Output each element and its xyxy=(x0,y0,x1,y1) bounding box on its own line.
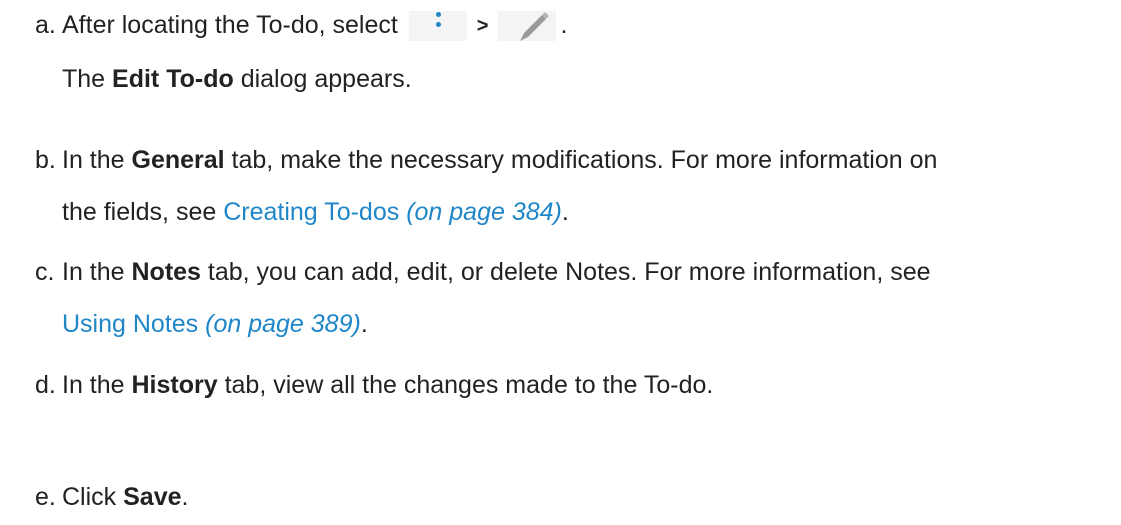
step-e-line1: Click Save. xyxy=(62,482,188,512)
step-d-line1: In the History tab, view all the changes… xyxy=(62,370,713,400)
step-text: tab, view all the changes made to the To… xyxy=(217,371,714,399)
kebab-menu-icon xyxy=(408,11,467,42)
step-b-line1: In the General tab, make the necessary m… xyxy=(62,145,937,175)
step-text: the fields, see xyxy=(62,198,224,226)
tab-name-history: History xyxy=(131,371,218,399)
page-reference[interactable]: (on page 389) xyxy=(205,310,361,338)
step-text: tab, you can add, edit, or delete Notes.… xyxy=(200,258,931,286)
step-text: . xyxy=(360,310,368,338)
step-text-end: . xyxy=(560,11,568,39)
step-text: In the xyxy=(62,258,132,286)
step-c: c. In the Notes tab, you can add, edit, … xyxy=(0,257,1121,357)
step-a-line2: The Edit To-do dialog appears. xyxy=(62,64,412,94)
procedure-steps: a. After locating the To-do, select > . … xyxy=(0,0,1121,525)
step-c-line1: In the Notes tab, you can add, edit, or … xyxy=(62,257,931,287)
step-text: . xyxy=(561,198,569,226)
dialog-name: Edit To-do xyxy=(112,65,234,93)
step-c-line2: Using Notes (on page 389). xyxy=(62,309,368,339)
step-a-line1: After locating the To-do, select > . xyxy=(62,10,568,42)
step-e: e. Click Save. xyxy=(0,482,1121,522)
tab-name-general: General xyxy=(131,146,225,174)
step-text: In the xyxy=(62,146,132,174)
step-text: Click xyxy=(62,483,124,511)
step-text: tab, make the necessary modifications. F… xyxy=(224,146,938,174)
step-text: dialog appears. xyxy=(233,65,412,93)
step-marker: b. xyxy=(35,146,56,174)
menu-path-separator: > xyxy=(476,15,489,38)
step-a: a. After locating the To-do, select > . … xyxy=(0,0,1121,120)
step-marker: e. xyxy=(35,483,56,511)
step-text: . xyxy=(181,483,189,511)
page-reference[interactable]: (on page 384) xyxy=(406,198,562,226)
pencil-edit-icon xyxy=(498,11,557,42)
step-b-line2: the fields, see Creating To-dos (on page… xyxy=(62,197,569,227)
step-marker: c. xyxy=(35,258,55,286)
step-text: The xyxy=(62,65,113,93)
step-b: b. In the General tab, make the necessar… xyxy=(0,145,1121,245)
tab-name-notes: Notes xyxy=(131,258,201,286)
creating-todos-link[interactable]: Creating To-dos xyxy=(223,198,399,226)
step-text: In the xyxy=(62,371,132,399)
step-marker: d. xyxy=(35,371,56,399)
step-text: After locating the To-do, select xyxy=(62,11,398,39)
using-notes-link[interactable]: Using Notes xyxy=(62,310,198,338)
step-marker: a. xyxy=(35,11,56,39)
save-button-name: Save xyxy=(123,483,182,511)
step-d: d. In the History tab, view all the chan… xyxy=(0,370,1121,410)
